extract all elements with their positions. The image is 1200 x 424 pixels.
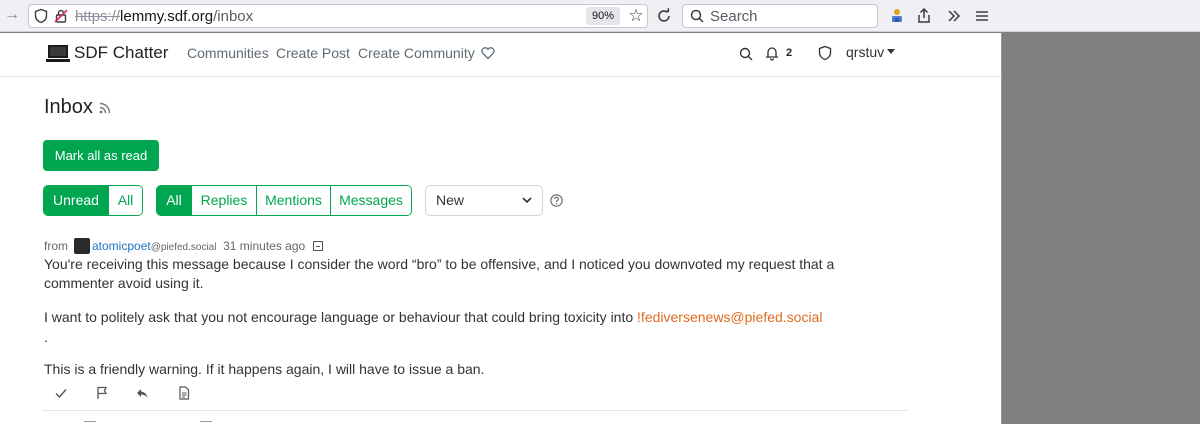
message-paragraph: This is a friendly warning. If it happen… [44,361,485,377]
message-paragraph-end: . [44,329,48,345]
collapse-icon[interactable] [313,241,324,251]
nav-create-community[interactable]: Create Community [358,45,475,61]
nav-create-post[interactable]: Create Post [276,45,350,61]
search-placeholder: Search [710,8,758,25]
brand-name[interactable]: SDF Chatter [74,43,168,63]
rss-icon[interactable] [98,101,112,115]
browser-search-input[interactable]: Search [682,4,878,28]
nav-communities[interactable]: Communities [187,45,269,61]
menu-icon[interactable] [972,6,992,26]
check-icon[interactable] [53,385,69,401]
site-navbar: SDF Chatter Communities Create Post Crea… [0,33,1001,77]
filter-all-read[interactable]: All [109,186,142,215]
back-arrow-icon[interactable]: → [2,5,22,25]
bookmark-star-icon[interactable]: ☆ [627,5,645,27]
chevron-down-icon [522,197,532,204]
help-icon[interactable] [550,194,563,207]
avatar [74,238,90,254]
message-meta: from atomicpoet@piefed.social 31 minutes … [44,238,324,254]
mark-all-read-button[interactable]: Mark all as read [43,140,159,171]
notification-count[interactable]: 2 [786,47,792,59]
url-path: /inbox [213,8,254,25]
url-text: https://lemmy.sdf.org/inbox [75,8,253,25]
url-host: lemmy.sdf.org [120,8,214,25]
read-filter-group: Unread All [43,185,143,216]
filter-messages[interactable]: Messages [331,186,411,215]
view-source-icon[interactable] [176,385,192,401]
community-link[interactable]: !fediversenews@piefed.social [637,309,822,325]
filter-mentions[interactable]: Mentions [257,186,331,215]
flag-icon[interactable] [94,385,110,401]
shield-icon[interactable] [33,8,49,24]
author-link[interactable]: atomicpoet [92,239,151,253]
message-paragraph: I want to politely ask that you not enco… [44,308,904,327]
bell-icon[interactable] [764,45,780,61]
lock-icon[interactable] [53,8,69,24]
from-label: from [44,239,68,253]
reply-icon[interactable] [134,385,150,401]
user-menu[interactable]: qrstuv [846,44,884,60]
caret-down-icon[interactable] [887,49,895,54]
url-bar[interactable]: https://lemmy.sdf.org/inbox 90% ☆ [28,4,648,28]
filter-replies[interactable]: Replies [192,186,257,215]
message-paragraph: You're receiving this message because I … [44,256,835,291]
sdf-logo-icon[interactable] [46,43,70,63]
extension-icon[interactable] [887,6,907,26]
sort-select[interactable]: New [425,185,543,216]
url-scheme: https:// [75,8,121,25]
browser-toolbar: → https://lemmy.sdf.org/inbox 90% ☆ Sear… [0,0,1200,32]
filter-type-all[interactable]: All [157,186,192,215]
message-text: I want to politely ask that you not enco… [44,309,638,325]
sort-select-value: New [436,192,465,208]
page: SDF Chatter Communities Create Post Crea… [0,33,1002,424]
search-icon[interactable] [738,46,754,62]
author-instance: @piefed.social [150,242,217,253]
type-filter-group: All Replies Mentions Messages [156,185,412,216]
message-time: 31 minutes ago [223,239,306,253]
filter-unread[interactable]: Unread [44,186,109,215]
overflow-icon[interactable] [944,6,964,26]
divider [42,410,908,411]
shield-icon[interactable] [817,45,833,61]
page-title: Inbox [44,96,93,118]
share-icon[interactable] [914,6,934,26]
search-icon [690,9,704,23]
reload-icon[interactable] [654,6,674,26]
zoom-level[interactable]: 90% [586,7,620,25]
heart-icon[interactable] [480,45,496,61]
